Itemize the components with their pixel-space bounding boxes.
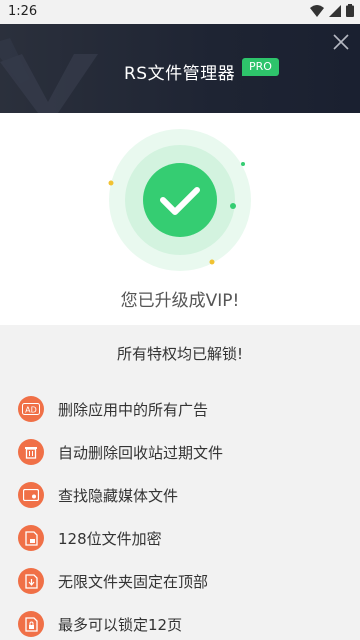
success-check-graphic xyxy=(108,129,251,271)
battery-icon xyxy=(346,4,354,17)
feature-label: 128位文件加密 xyxy=(58,529,162,548)
encrypt-icon xyxy=(18,525,44,551)
feature-label: 删除应用中的所有广告 xyxy=(58,400,209,419)
status-bar: 1:26 xyxy=(0,0,360,24)
lock-page-icon xyxy=(18,611,44,637)
status-icons xyxy=(310,4,354,17)
feature-label: 无限文件夹固定在顶部 xyxy=(58,572,209,591)
features-section: 所有特权均已解锁! AD 删除应用中的所有广告 自动删除回收站过期文件 查找隐藏… xyxy=(0,325,360,640)
vip-success-message: 您已升级成VIP! xyxy=(120,291,240,311)
pro-badge: PRO xyxy=(242,58,279,76)
list-item: 无限文件夹固定在顶部 xyxy=(18,566,348,596)
feature-label: 自动删除回收站过期文件 xyxy=(58,443,224,462)
feature-label: 查找隐藏媒体文件 xyxy=(58,486,179,505)
features-heading: 所有特权均已解锁! xyxy=(116,345,243,363)
wifi-icon xyxy=(310,4,324,17)
success-panel: 您已升级成VIP! xyxy=(0,113,360,325)
list-item: 查找隐藏媒体文件 xyxy=(18,480,348,510)
close-icon[interactable] xyxy=(331,32,351,52)
list-item: 自动删除回收站过期文件 xyxy=(18,437,348,467)
app-title: RS文件管理器 xyxy=(124,64,236,84)
status-time: 1:26 xyxy=(8,4,38,19)
hidden-media-icon xyxy=(18,482,44,508)
list-item: 最多可以锁定12页 xyxy=(18,609,348,639)
list-item: 128位文件加密 xyxy=(18,523,348,553)
pin-folder-icon xyxy=(18,568,44,594)
signal-icon xyxy=(329,4,341,17)
recycle-bin-icon xyxy=(18,439,44,465)
list-item: AD 删除应用中的所有广告 xyxy=(18,394,348,424)
svg-text:AD: AD xyxy=(25,406,37,415)
v-logo-decoration xyxy=(0,38,98,113)
ad-icon: AD xyxy=(18,396,44,422)
header-banner: RS文件管理器 PRO xyxy=(0,24,360,113)
feature-label: 最多可以锁定12页 xyxy=(58,615,183,634)
